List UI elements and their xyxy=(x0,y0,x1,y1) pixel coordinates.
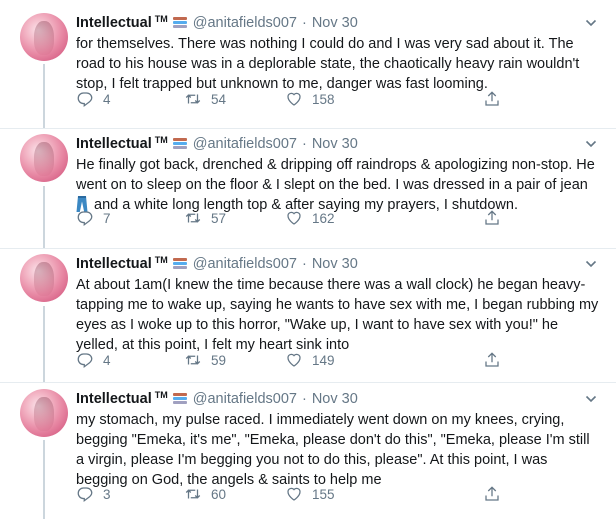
chevron-down-icon[interactable] xyxy=(584,392,598,406)
like-icon xyxy=(287,92,301,106)
tweet-text: At about 1am(I knew the time because the… xyxy=(76,277,599,353)
books-emoji-icon xyxy=(172,137,188,151)
retweet-icon xyxy=(185,213,201,223)
share-button[interactable] xyxy=(483,209,510,227)
retweet-count: 60 xyxy=(211,486,227,502)
separator-dot: · xyxy=(301,256,307,272)
reply-button[interactable]: 4 xyxy=(76,90,111,108)
books-emoji-icon xyxy=(172,392,188,406)
retweet-count: 57 xyxy=(211,210,227,226)
like-icon xyxy=(287,211,301,225)
retweet-button[interactable]: 57 xyxy=(184,209,226,227)
reply-icon xyxy=(77,92,93,108)
separator-dot: · xyxy=(301,15,307,31)
tweet-date[interactable]: Nov 30 xyxy=(312,15,358,31)
retweet-icon xyxy=(185,94,201,104)
tweet-text-part: He finally got back, drenched & dripping… xyxy=(76,157,595,193)
like-count: 155 xyxy=(312,486,335,502)
tweet-text: He finally got back, drenched & dripping… xyxy=(76,155,601,215)
tm-mark: TM xyxy=(154,255,168,265)
user-handle[interactable]: @anitafields007 xyxy=(193,15,297,31)
tm-mark: TM xyxy=(154,135,168,145)
tweet[interactable]: Intellectual TM @anitafields007 · Nov 30… xyxy=(0,254,616,378)
reply-icon xyxy=(77,211,93,227)
tm-mark: TM xyxy=(154,390,168,400)
user-handle[interactable]: @anitafields007 xyxy=(193,391,297,407)
tweet-divider xyxy=(0,128,616,129)
reply-button[interactable]: 4 xyxy=(76,351,111,369)
share-button[interactable] xyxy=(483,351,510,369)
retweet-button[interactable]: 54 xyxy=(184,90,226,108)
retweet-icon xyxy=(185,489,201,499)
tweet-divider xyxy=(0,248,616,249)
separator-dot: · xyxy=(301,391,307,407)
retweet-count: 54 xyxy=(211,91,227,107)
books-emoji-icon xyxy=(172,16,188,30)
like-icon xyxy=(287,353,301,367)
share-icon xyxy=(485,91,499,106)
tweet-header: Intellectual TM @anitafields007 · Nov 30 xyxy=(76,134,358,154)
share-button[interactable] xyxy=(483,485,510,503)
chevron-down-icon[interactable] xyxy=(584,16,598,30)
retweet-icon xyxy=(185,355,201,365)
reply-count: 4 xyxy=(103,91,111,107)
tm-mark: TM xyxy=(154,14,168,24)
tweet[interactable]: Intellectual TM @anitafields007 · Nov 30… xyxy=(0,389,616,515)
tweet-header: Intellectual TM @anitafields007 · Nov 30 xyxy=(76,389,358,409)
share-button[interactable] xyxy=(483,90,510,108)
like-button[interactable]: 162 xyxy=(285,209,335,227)
retweet-button[interactable]: 59 xyxy=(184,351,226,369)
user-handle[interactable]: @anitafields007 xyxy=(193,136,297,152)
display-name[interactable]: Intellectual xyxy=(76,15,152,31)
retweet-button[interactable]: 60 xyxy=(184,485,226,503)
avatar[interactable] xyxy=(20,13,68,61)
chevron-down-icon[interactable] xyxy=(584,137,598,151)
retweet-count: 59 xyxy=(211,352,227,368)
tweet-date[interactable]: Nov 30 xyxy=(312,256,358,272)
tweet-header: Intellectual TM @anitafields007 · Nov 30 xyxy=(76,13,358,33)
avatar[interactable] xyxy=(20,254,68,302)
reply-icon xyxy=(77,353,93,369)
display-name[interactable]: Intellectual xyxy=(76,256,152,272)
tweet[interactable]: Intellectual TM @anitafields007 · Nov 30… xyxy=(0,134,616,246)
reply-count: 3 xyxy=(103,486,111,502)
share-icon xyxy=(485,210,499,225)
tweet-date[interactable]: Nov 30 xyxy=(312,391,358,407)
avatar[interactable] xyxy=(20,134,68,182)
share-icon xyxy=(485,486,499,501)
reply-count: 7 xyxy=(103,210,111,226)
reply-button[interactable]: 3 xyxy=(76,485,111,503)
tweet-divider xyxy=(0,382,616,383)
share-icon xyxy=(485,352,499,367)
like-count: 149 xyxy=(312,352,335,368)
like-button[interactable]: 149 xyxy=(285,351,335,369)
like-icon xyxy=(287,487,301,501)
reply-button[interactable]: 7 xyxy=(76,209,111,227)
like-count: 158 xyxy=(312,91,335,107)
books-emoji-icon xyxy=(172,257,188,271)
chevron-down-icon[interactable] xyxy=(584,257,598,271)
tweet[interactable]: Intellectual TM @anitafields007 · Nov 30… xyxy=(0,13,616,123)
display-name[interactable]: Intellectual xyxy=(76,136,152,152)
avatar[interactable] xyxy=(20,389,68,437)
user-handle[interactable]: @anitafields007 xyxy=(193,256,297,272)
like-button[interactable]: 158 xyxy=(285,90,335,108)
display-name[interactable]: Intellectual xyxy=(76,391,152,407)
reply-count: 4 xyxy=(103,352,111,368)
separator-dot: · xyxy=(301,136,307,152)
like-button[interactable]: 155 xyxy=(285,485,335,503)
tweet-date[interactable]: Nov 30 xyxy=(312,136,358,152)
like-count: 162 xyxy=(312,210,335,226)
reply-icon xyxy=(77,487,93,503)
tweet-header: Intellectual TM @anitafields007 · Nov 30 xyxy=(76,254,358,274)
tweet-text: my stomach, my pulse raced. I immediatel… xyxy=(76,412,590,488)
tweet-text: for themselves. There was nothing I coul… xyxy=(76,36,580,92)
